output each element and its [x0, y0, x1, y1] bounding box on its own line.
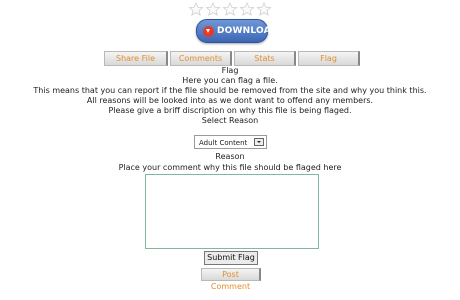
- tab-share-file[interactable]: Share File: [104, 51, 168, 66]
- tab-comments[interactable]: Comments: [170, 51, 232, 66]
- download-arrow-icon: [203, 25, 214, 37]
- reason-select-value: Adult Content: [199, 139, 248, 147]
- flag-heading: Flag: [221, 66, 239, 75]
- flag-info-line: Please give a briff discription on why t…: [108, 106, 352, 115]
- comment-label: Place your comment why this file should …: [118, 163, 342, 172]
- tab-stats[interactable]: Stats: [234, 51, 296, 66]
- star-icon[interactable]: [239, 2, 255, 16]
- download-label: DOWNLOAD: [217, 26, 279, 36]
- star-icon[interactable]: [222, 2, 238, 16]
- file-tabs: Share File Comments Stats Flag: [104, 51, 360, 66]
- post-comment-button[interactable]: Post Comment: [201, 268, 261, 291]
- flag-info-line: Here you can flag a file.: [182, 76, 278, 85]
- star-icon[interactable]: [205, 2, 221, 16]
- flag-info-line: All reasons will be looked into as we do…: [86, 96, 374, 105]
- chevron-down-icon[interactable]: [254, 138, 264, 146]
- tab-flag[interactable]: Flag: [298, 51, 360, 66]
- submit-flag-button[interactable]: Submit Flag: [204, 251, 258, 265]
- star-icon[interactable]: [256, 2, 272, 16]
- rating-stars[interactable]: [188, 2, 274, 16]
- reason-label: Reason: [215, 152, 245, 161]
- reason-select[interactable]: Adult Content: [194, 135, 267, 149]
- flag-info-line: This means that you can report if the fi…: [33, 86, 427, 95]
- download-button[interactable]: DOWNLOAD: [196, 19, 278, 43]
- comment-textarea[interactable]: [145, 174, 319, 249]
- flag-info: Flag Here you can flag a file. This mean…: [0, 66, 460, 126]
- star-icon[interactable]: [188, 2, 204, 16]
- select-reason-label: Select Reason: [201, 116, 259, 125]
